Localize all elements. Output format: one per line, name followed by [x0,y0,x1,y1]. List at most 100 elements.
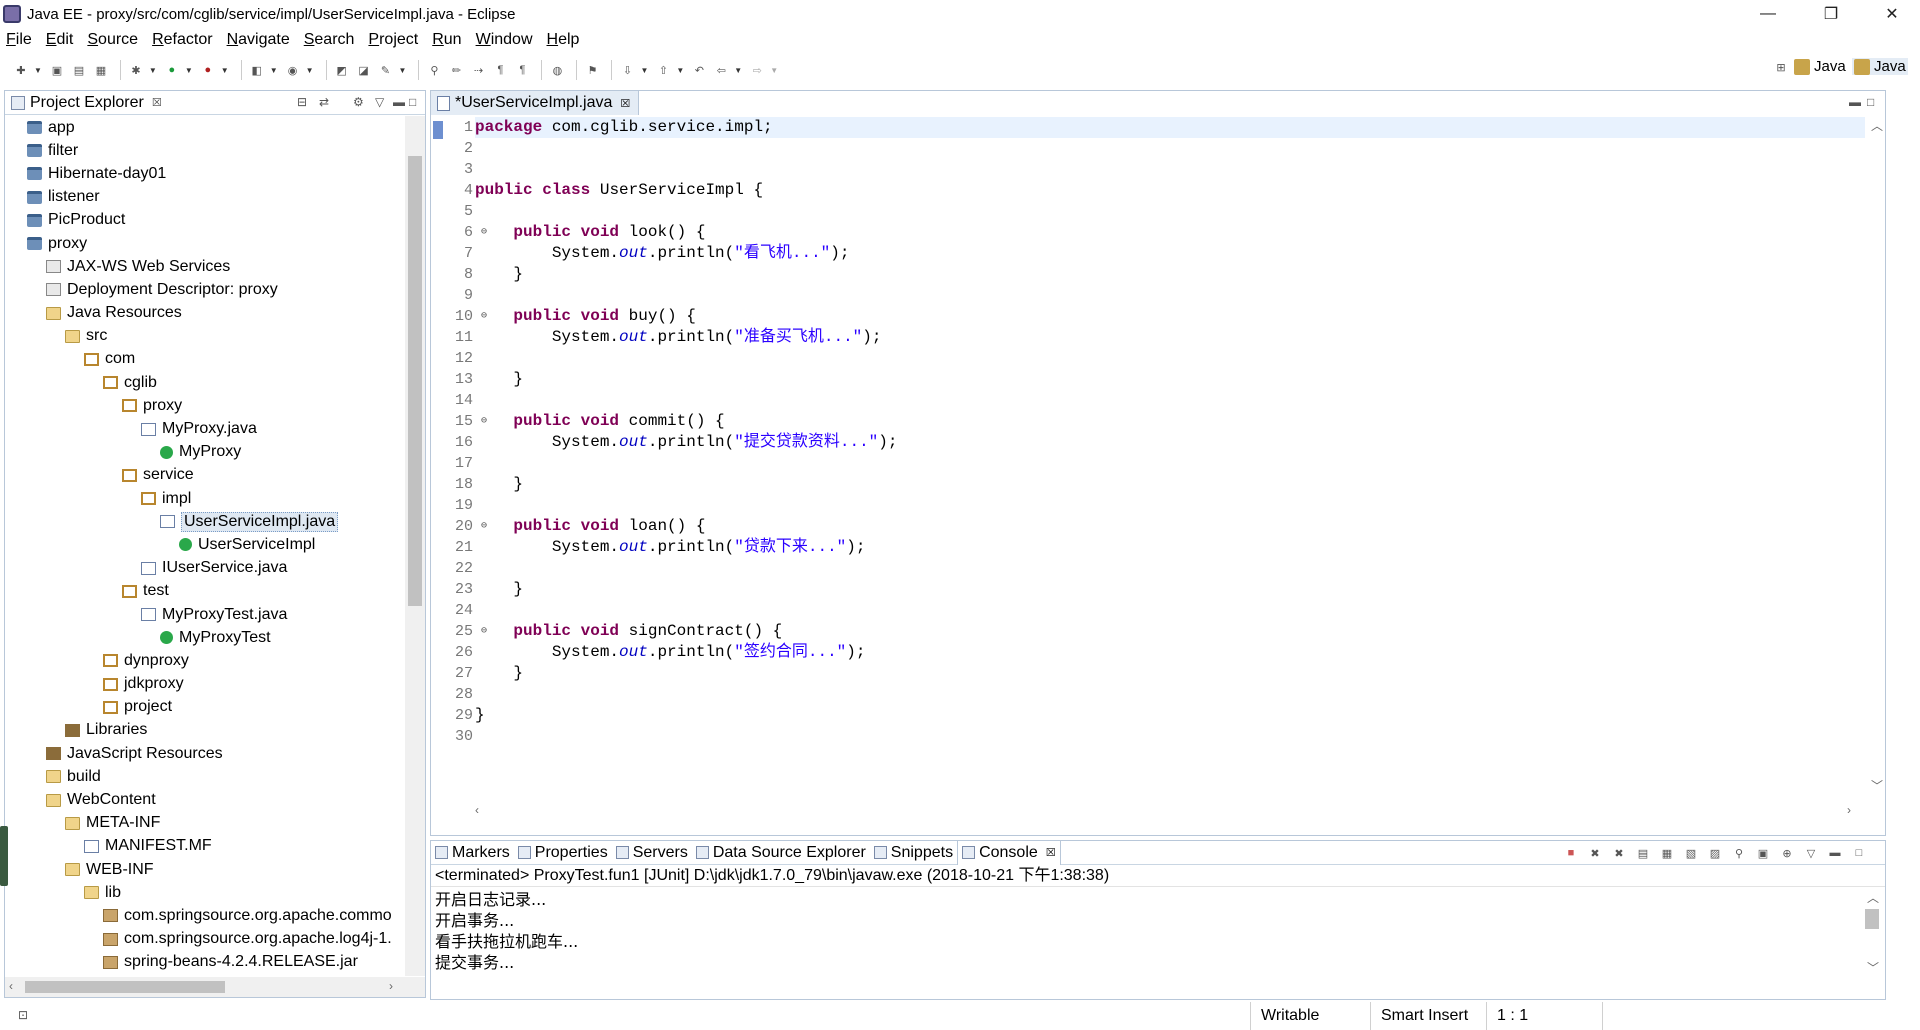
code-line[interactable]: public void buy() { [475,306,1865,327]
code-line[interactable] [475,684,1865,705]
tab-project-explorer[interactable]: Project Explorer ☒ [5,91,168,115]
code-line[interactable]: } [475,579,1865,600]
menu-navigate[interactable]: Navigate [227,31,290,49]
search-icon[interactable]: ✎ [377,61,395,79]
tree-item[interactable]: WEB-INF [5,858,403,881]
tree-item[interactable]: Java Resources [5,302,403,325]
back-dropdown-icon[interactable]: ▼ [734,66,742,75]
forward-icon[interactable]: ⇨ [748,61,766,79]
print-icon[interactable]: ▦ [92,61,110,79]
scroll-down-icon[interactable]: ﹀ [1871,777,1883,794]
tree-item[interactable]: Libraries [5,719,403,742]
external-tools-icon[interactable]: ● [199,61,217,79]
trim-stack-handle[interactable] [0,826,8,886]
code-line[interactable] [475,201,1865,222]
maximize-icon[interactable]: □ [1867,95,1874,109]
scroll-down-icon[interactable]: ﹀ [1867,959,1879,976]
next-annotation-icon[interactable]: ⇩ [618,61,636,79]
tree-item[interactable]: proxy [5,232,403,255]
menu-run[interactable]: Run [432,31,461,49]
maximize-icon[interactable]: □ [1851,845,1867,861]
forward-dropdown-icon[interactable]: ▼ [770,66,778,75]
tree-item[interactable]: proxy [5,394,403,417]
code-line[interactable]: } [475,663,1865,684]
tree-item[interactable]: jdkproxy [5,673,403,696]
show-on-output-icon[interactable]: ▨ [1707,845,1723,861]
code-line[interactable] [475,348,1865,369]
code-line[interactable] [475,138,1865,159]
link-with-editor-icon[interactable]: ⇄ [319,95,329,109]
code-line[interactable] [475,285,1865,306]
remove-launch-icon[interactable]: ✖ [1587,845,1603,861]
new-java-project-dropdown-icon[interactable]: ▼ [270,66,278,75]
display-console-icon[interactable]: ▣ [1755,845,1771,861]
pin-icon[interactable]: ⚑ [583,61,601,79]
scroll-up-icon[interactable]: ︿ [1867,889,1879,906]
code-line[interactable]: System.out.println("看飞机..."); [475,243,1865,264]
tree-item[interactable]: JavaScript Resources [5,742,403,765]
block-selection-icon[interactable]: ⇢ [469,61,487,79]
menu-window[interactable]: Window [476,31,533,49]
perspective-java[interactable]: Java [1852,58,1908,75]
close-button[interactable]: ✕ [1866,0,1918,28]
run-dropdown-icon[interactable]: ▼ [185,66,193,75]
tree-item[interactable]: META-INF [5,812,403,835]
code-line[interactable]: public void signContract() { [475,621,1865,642]
collapse-all-icon[interactable]: ⊟ [297,95,307,109]
next-annotation-dropdown-icon[interactable]: ▼ [640,66,648,75]
tree-item[interactable]: MyProxyTest.java [5,603,403,626]
minimize-button[interactable]: — [1742,0,1794,28]
terminate-icon[interactable]: ■ [1563,845,1579,861]
code-line[interactable]: public class UserServiceImpl { [475,180,1865,201]
scroll-left-icon[interactable]: ‹ [475,803,479,817]
tab-data-source-explorer[interactable]: Data Source Explorer [692,841,870,865]
remove-all-terminated-icon[interactable]: ✖ [1611,845,1627,861]
code-line[interactable]: System.out.println("签约合同..."); [475,642,1865,663]
tree-item[interactable]: cglib [5,371,403,394]
tab-properties[interactable]: Properties [514,841,612,865]
code-line[interactable] [475,558,1865,579]
code-line[interactable]: } [475,264,1865,285]
minimize-icon[interactable]: ▬ [393,95,405,109]
tree-item[interactable]: com.springsource.org.apache.commo [5,904,403,927]
code-line[interactable]: } [475,369,1865,390]
open-console-icon[interactable]: ⊕ [1779,845,1795,861]
open-type-icon[interactable]: ◩ [333,61,351,79]
code-line[interactable] [475,453,1865,474]
clear-console-icon[interactable]: ▤ [1635,845,1651,861]
close-icon[interactable]: ☒ [620,97,630,110]
tab-console[interactable]: Console ☒ [957,840,1061,865]
tree-item[interactable]: MyProxyTest [5,626,403,649]
scrollbar-thumb[interactable] [408,156,422,606]
menu-search[interactable]: Search [304,31,355,49]
console-output[interactable]: 开启日志记录... 开启事务... 看手扶拖拉机跑车... 提交事务... [435,889,1855,985]
run-icon[interactable]: ● [163,61,181,79]
editor-vertical-scrollbar[interactable]: ︿ ﹀ [1867,117,1885,817]
editor-body[interactable]: 1 2 3 4 5 6 ⊖ 7 8 9 10 ⊖ 11 12 13 14 15 ⊖ 16 17 18 19 20 ⊖ 21 22 2… [431,117,1885,821]
code-line[interactable]: System.out.println("准备买飞机..."); [475,327,1865,348]
editor-tab[interactable]: *UserServiceImpl.java ☒ [431,91,639,115]
search-dropdown-icon[interactable]: ▼ [399,66,407,75]
save-all-icon[interactable]: ▤ [70,61,88,79]
tree-item[interactable]: UserServiceImpl.java [5,510,403,533]
filter-icon[interactable]: ⚙ [353,95,364,109]
tree-item[interactable]: test [5,580,403,603]
menu-project[interactable]: Project [368,31,418,49]
minimize-icon[interactable]: ▬ [1849,95,1861,109]
debug-icon[interactable]: ✱ [127,61,145,79]
tab-servers[interactable]: Servers [612,841,692,865]
code-line[interactable]: public void commit() { [475,411,1865,432]
pin-console-icon[interactable]: ⚲ [1731,845,1747,861]
code-line[interactable]: public void loan() { [475,516,1865,537]
tree-item[interactable]: spring-beans-4.2.4.RELEASE.jar [5,951,403,974]
tree-item[interactable]: lib [5,881,403,904]
code-line[interactable]: System.out.println("提交贷款资料..."); [475,432,1865,453]
code-area[interactable]: package com.cglib.service.impl; public cl… [475,117,1865,817]
tree-item[interactable]: com.springsource.org.apache.log4j-1. [5,928,403,951]
scroll-left-icon[interactable]: ‹ [9,979,13,993]
globe-icon[interactable]: ◍ [548,61,566,79]
tree-item[interactable]: WebContent [5,788,403,811]
fast-view-icon[interactable]: ⊡ [18,1008,28,1022]
close-icon[interactable]: ☒ [1046,846,1056,859]
tree-item[interactable]: MANIFEST.MF [5,835,403,858]
